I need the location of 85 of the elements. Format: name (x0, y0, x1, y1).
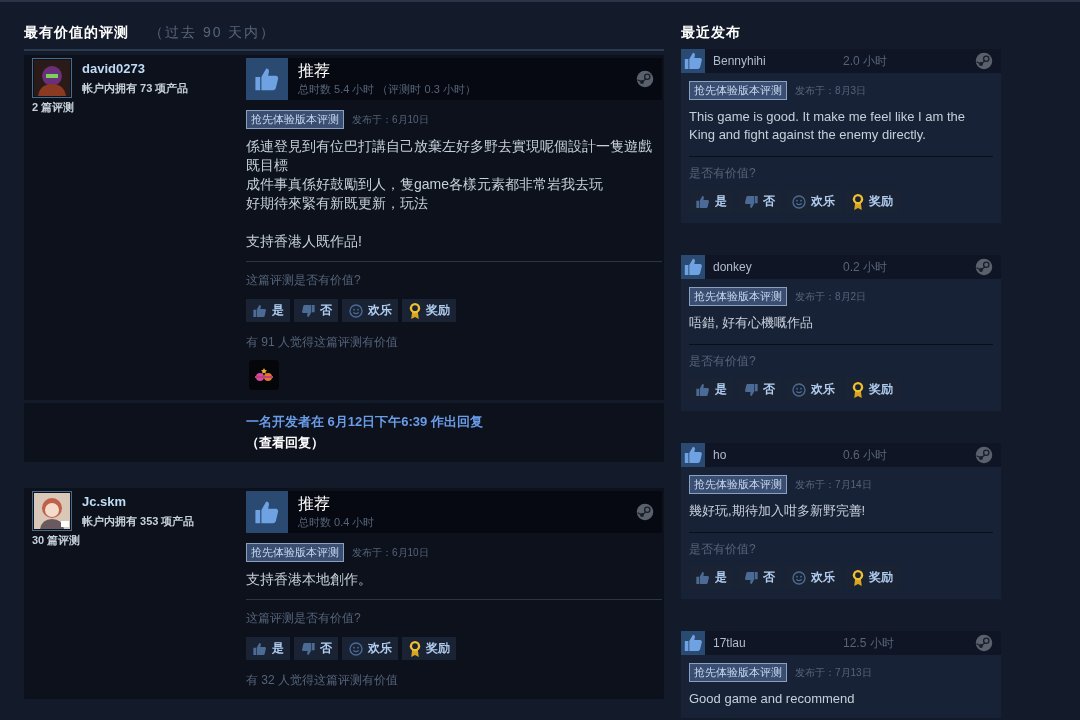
steam-logo-icon (975, 634, 993, 652)
smiley-icon (791, 381, 807, 398)
review-text: This game is good. It make me feel like I am the King and fight against the enemy directly. (689, 108, 966, 144)
username[interactable]: 17tlau (705, 636, 843, 650)
award-ribbon-icon (851, 193, 865, 210)
steam-logo-icon (975, 52, 993, 70)
username[interactable]: donkey (705, 260, 843, 274)
thumbs-down-icon (300, 640, 316, 657)
verdict: 推荐 (298, 61, 331, 81)
steam-logo-icon (975, 446, 993, 464)
thumbs-down-icon (743, 381, 759, 398)
review-count[interactable]: 2 篇评测 (32, 100, 246, 115)
username[interactable]: ho (705, 448, 843, 462)
review-text: 支持香港本地創作。 (246, 570, 373, 589)
vote-button[interactable]: 欢乐 (342, 637, 398, 660)
username[interactable]: david0273 (82, 61, 189, 76)
view-reply-link[interactable]: （查看回复） (246, 434, 664, 452)
award-ribbon-icon (408, 640, 422, 657)
steam-logo-icon (975, 258, 993, 276)
username[interactable]: Jc.skm (82, 494, 195, 509)
review-count[interactable]: 30 篇评测 (32, 533, 246, 548)
thumbs-up-icon (252, 640, 268, 657)
vote-button[interactable]: 欢乐 (342, 299, 398, 322)
helpful-question: 这篇评测是否有价值? (246, 610, 362, 627)
playtime: 总时数 5.4 小时 （评测时 0.3 小时） (298, 82, 477, 97)
playtime: 0.6 小时 (843, 446, 888, 464)
helpful-question: 是否有价值? (689, 353, 757, 370)
section-title: 最近发布 (681, 24, 742, 42)
early-access-tag: 抢先体验版本评测 (689, 663, 787, 682)
posted-date: 发布于：6月10日 (352, 112, 429, 127)
thumbs-up-icon (681, 255, 705, 279)
early-access-tag: 抢先体验版本评测 (689, 81, 787, 100)
username[interactable]: Bennyhihi (705, 54, 843, 68)
thumbs-up-icon (695, 381, 711, 398)
early-access-tag: 抢先体验版本评测 (246, 543, 344, 562)
helpful-question: 是否有价值? (689, 165, 757, 182)
vote-button[interactable]: 奖励 (402, 299, 456, 322)
award-ribbon-icon (408, 302, 422, 319)
products-owned[interactable]: 帐户内拥有 73 项产品 (82, 81, 189, 96)
playtime: 12.5 小时 (843, 634, 895, 652)
section-title: 最有价值的评测 (24, 24, 129, 42)
playtime: 2.0 小时 (843, 52, 888, 70)
thumbs-up-icon (695, 569, 711, 586)
verdict: 推荐 (298, 494, 331, 514)
section-subtitle: （过去 90 天内） (149, 24, 277, 42)
developer-reply-link[interactable]: 一名开发者在 6月12日下午6:39 作出回复 (246, 413, 664, 431)
thumbs-up-icon (695, 193, 711, 210)
helpful-question: 是否有价值? (689, 541, 757, 558)
vote-button[interactable]: 是 (246, 299, 290, 322)
thumbs-up-icon (681, 631, 705, 655)
award-ribbon-icon (851, 381, 865, 398)
review-text: 幾好玩,期待加入咁多新野完善! (689, 502, 867, 520)
thumbs-up-icon (246, 491, 288, 533)
helpful-count: 有 32 人觉得这篇评测有价值 (246, 672, 399, 689)
helpful-count: 有 91 人觉得这篇评测有价值 (246, 334, 399, 351)
thumbs-up-icon (252, 302, 268, 319)
steam-logo-icon (636, 70, 654, 88)
vote-button[interactable]: 否 (294, 637, 338, 660)
smiley-icon (348, 640, 364, 657)
smiley-icon (791, 569, 807, 586)
award-ribbon-icon (851, 569, 865, 586)
vote-button[interactable]: 否 (294, 299, 338, 322)
helpful-question: 这篇评测是否有价值? (246, 272, 362, 289)
steam-logo-icon (636, 503, 654, 521)
thumbs-down-icon (743, 193, 759, 210)
thumbs-up-icon (681, 443, 705, 467)
smiley-icon (791, 193, 807, 210)
products-owned[interactable]: 帐户内拥有 353 项产品 (82, 514, 195, 529)
review-text: 係連登見到有位巴打講自己放棄左好多野去實現呢個設計一隻遊戲既目標 成件事真係好鼓勵到人，隻game各樣元素都非常岩我去玩 好期待來緊有新既更新，玩法 (246, 137, 653, 213)
early-access-tag: 抢先体验版本评测 (689, 475, 787, 494)
playtime: 总时数 0.4 小时 (298, 515, 376, 530)
early-access-tag: 抢先体验版本评测 (246, 110, 344, 129)
posted-date: 发布于：6月10日 (352, 545, 429, 560)
thumbs-up-icon (246, 58, 288, 100)
smiley-icon (348, 302, 364, 319)
review-text: 唔錯, 好有心機嘅作品 (689, 314, 815, 332)
review-text: Good game and recommend (689, 690, 856, 708)
thumbs-up-icon (681, 49, 705, 73)
review-text: 支持香港人既作品! (246, 232, 363, 251)
vote-button[interactable]: 奖励 (402, 637, 456, 660)
thumbs-down-icon (300, 302, 316, 319)
thumbs-down-icon (743, 569, 759, 586)
playtime: 0.2 小时 (843, 258, 888, 276)
vote-button[interactable]: 是 (246, 637, 290, 660)
early-access-tag: 抢先体验版本评测 (689, 287, 787, 306)
